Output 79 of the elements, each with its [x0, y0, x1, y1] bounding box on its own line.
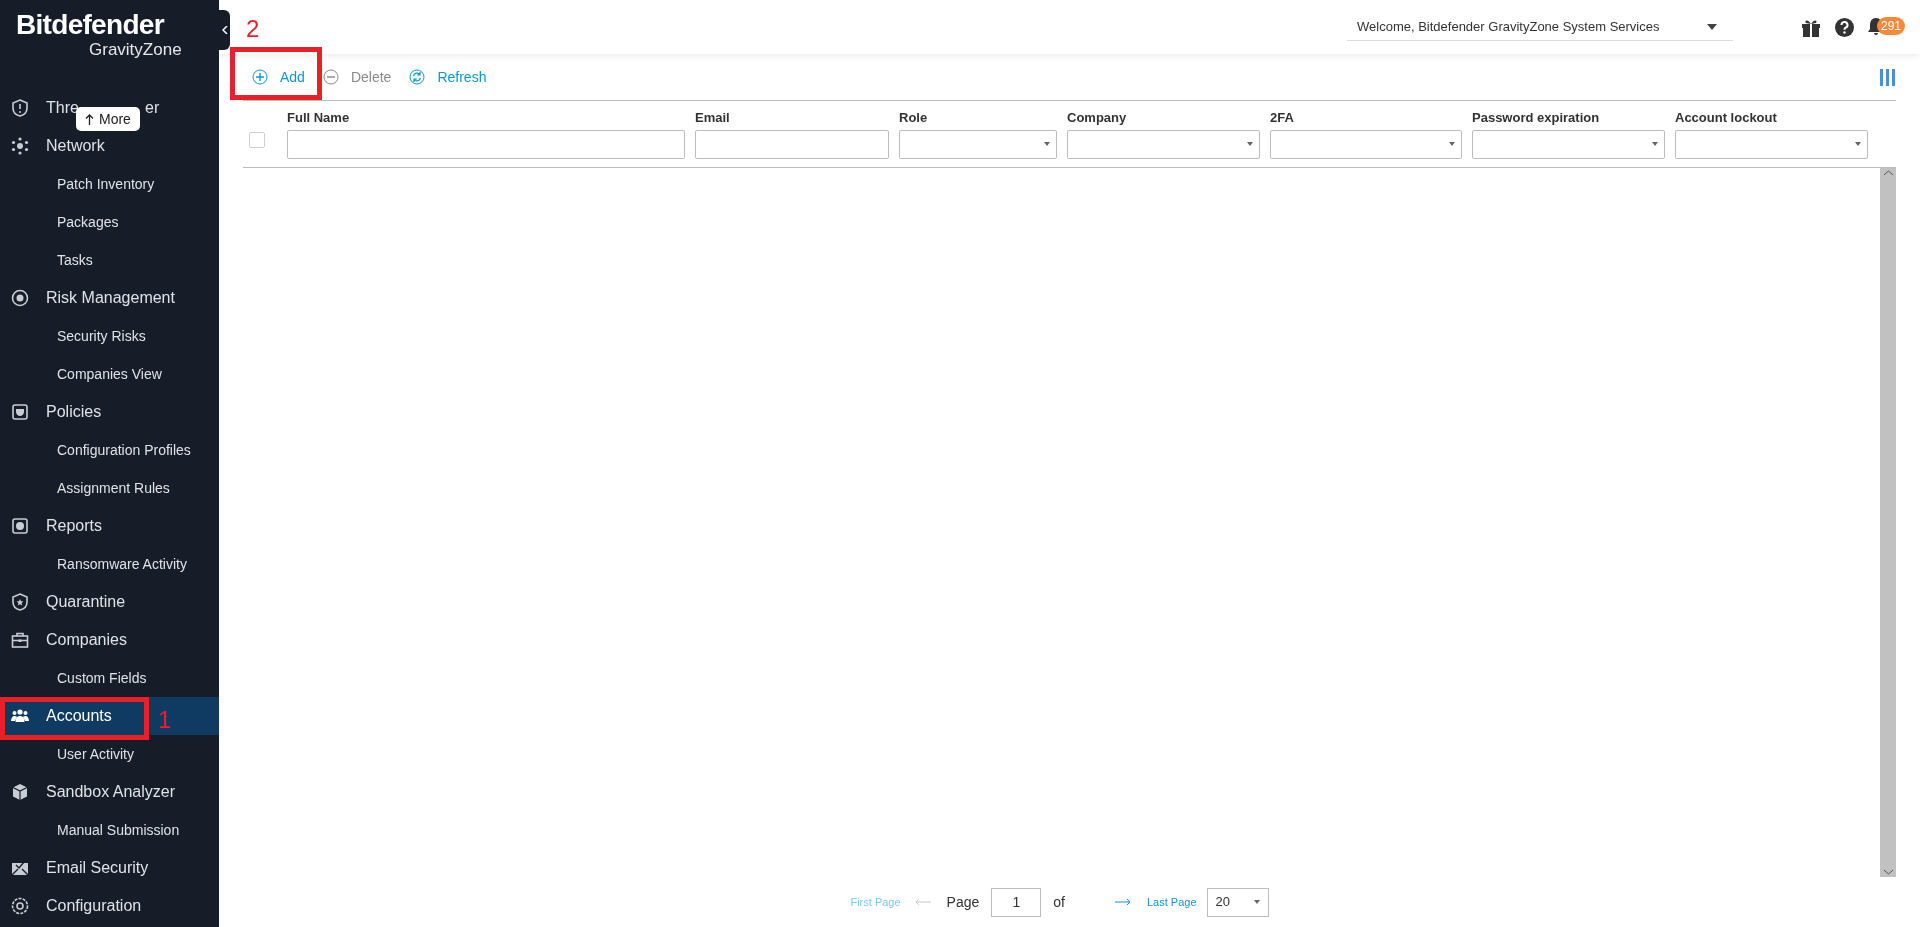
columns-icon[interactable] [1880, 68, 1896, 86]
filter-dropdown[interactable] [899, 129, 1057, 159]
sidebar-subitem[interactable]: Ransomware Activity [57, 553, 187, 575]
notification-badge: 291 [1877, 17, 1906, 35]
column-header[interactable]: Account lockout [1675, 109, 1868, 126]
caret-icon [1652, 142, 1658, 146]
sidebar-subitem[interactable]: Packages [57, 211, 119, 233]
sidebar-item[interactable]: Risk Management [46, 286, 175, 310]
column-header[interactable]: Role [899, 109, 1057, 126]
column-header[interactable]: 2FA [1270, 109, 1462, 126]
filter-field[interactable] [695, 129, 889, 159]
page-field[interactable]: 1 [991, 887, 1042, 917]
arrow-right-icon[interactable] [1115, 899, 1131, 905]
welcome-dropdown[interactable]: Welcome, Bitdefender GravityZone System Services [1347, 13, 1733, 41]
caret-icon [1707, 23, 1717, 30]
filter-field[interactable] [287, 129, 685, 159]
delete-icon [322, 69, 339, 85]
filter-dropdown[interactable] [1472, 129, 1665, 159]
sidebar-item[interactable]: Policies [46, 400, 102, 424]
page-label: Page [946, 892, 980, 912]
policy-icon [11, 403, 29, 421]
sidebar-item-fragment: er [145, 98, 160, 118]
scroll-down-icon[interactable] [1883, 869, 1893, 875]
product-name: GravityZone [89, 40, 182, 60]
brand-name: Bitdefender [16, 10, 164, 40]
caret-icon [1253, 900, 1260, 904]
caret-icon [1247, 142, 1253, 146]
scroll-up-icon[interactable] [1883, 170, 1893, 176]
sidebar-subitem[interactable]: Patch Inventory [57, 173, 155, 195]
sidebar-item[interactable]: Email Security [46, 856, 149, 880]
arrow-up-icon [85, 113, 94, 125]
sidebar-subitem[interactable]: Configuration Profiles [57, 439, 191, 461]
add-icon [252, 69, 268, 85]
filter-dropdown[interactable] [1675, 129, 1868, 159]
refresh-icon [409, 69, 426, 85]
arrow-left-icon [914, 899, 931, 905]
scrollbar[interactable] [1880, 168, 1896, 877]
users-icon [11, 707, 29, 725]
filter-dropdown[interactable] [1270, 129, 1462, 159]
of-label: of [1053, 892, 1065, 912]
sidebar-item[interactable]: Sandbox Analyzer [46, 780, 175, 804]
page-size-dropdown[interactable]: 20 [1206, 887, 1269, 917]
shield-star-icon [11, 593, 29, 611]
filter-dropdown[interactable] [1067, 129, 1260, 159]
sidebar-item[interactable]: Companies [46, 628, 127, 652]
annotation-number: 1 [158, 705, 172, 735]
sidebar-subitem[interactable]: Manual Submission [57, 819, 180, 841]
help-icon[interactable] [1835, 17, 1854, 37]
column-header[interactable]: Company [1067, 109, 1260, 126]
report-icon [11, 517, 29, 535]
shield-icon [11, 99, 29, 117]
sidebar-item[interactable]: Quarantine [46, 590, 126, 614]
welcome-text: Welcome, Bitdefender GravityZone System Services [1357, 17, 1660, 36]
sidebar-subitem[interactable]: Assignment Rules [57, 477, 170, 499]
gear-icon [11, 897, 29, 915]
sidebar-subitem[interactable]: User Activity [57, 743, 134, 765]
caret-icon [1449, 142, 1455, 146]
sidebar-item[interactable]: Accounts [46, 704, 112, 728]
column-header[interactable]: Email [695, 109, 889, 126]
caret-icon [1044, 142, 1050, 146]
sidebar-subitem[interactable]: Companies View [57, 363, 162, 385]
column-header[interactable]: Full Name [287, 109, 685, 126]
briefcase-icon [11, 631, 29, 649]
sidebar-subitem[interactable]: Security Risks [57, 325, 146, 347]
caret-icon [1855, 142, 1861, 146]
annotation-number: 2 [246, 14, 260, 44]
sidebar-subitem[interactable]: Custom Fields [57, 667, 147, 689]
target-icon [11, 289, 29, 307]
sidebar-item[interactable]: Configuration [46, 894, 142, 918]
select-all-checkbox[interactable] [249, 132, 265, 148]
sidebar-item[interactable]: Network [46, 134, 105, 158]
column-header[interactable]: Password expiration [1472, 109, 1665, 126]
cube-icon [11, 783, 29, 801]
sidebar-item[interactable]: Reports [46, 514, 103, 538]
chevron-left-icon [221, 26, 228, 34]
sidebar-item[interactable]: Thre [46, 96, 79, 120]
network-icon [11, 137, 29, 155]
sidebar-subitem[interactable]: Tasks [57, 249, 93, 271]
collapse-tab[interactable] [219, 10, 230, 50]
